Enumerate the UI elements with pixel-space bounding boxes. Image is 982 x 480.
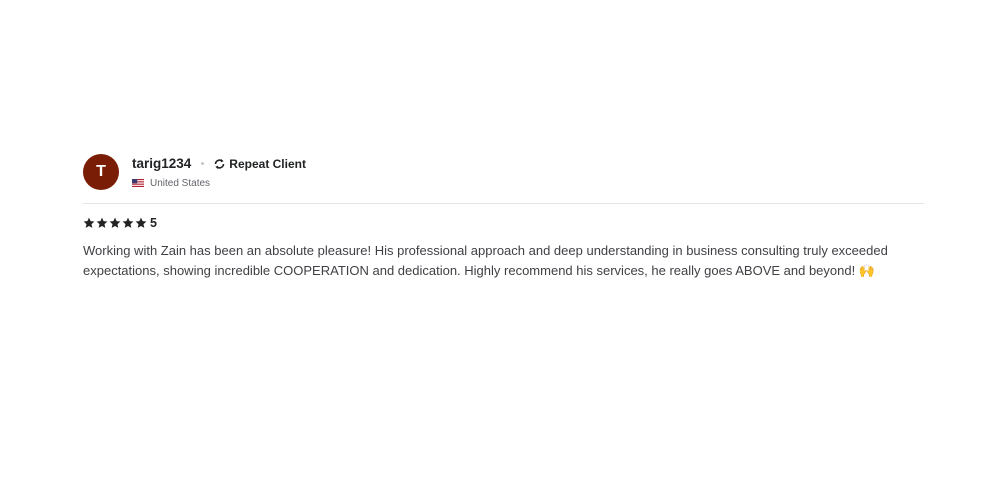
country-line: United States	[132, 176, 306, 190]
star-rating: 5	[83, 216, 924, 230]
review-text: Working with Zain has been an absolute p…	[83, 243, 888, 278]
repeat-client-label: Repeat Client	[229, 156, 306, 171]
star-icon	[83, 217, 95, 228]
repeat-client-badge: Repeat Client	[213, 157, 306, 171]
us-flag-icon	[132, 179, 144, 187]
avatar[interactable]: T	[83, 154, 119, 190]
reviewer-info: tarig1234 Repeat Client United States	[132, 154, 306, 190]
reviewer-username[interactable]: tarig1234	[132, 156, 191, 171]
star-icon	[122, 217, 134, 228]
reviewer-country: United States	[150, 177, 211, 189]
review-header: T tarig1234 Repeat Client United States	[83, 154, 924, 191]
review-card: T tarig1234 Repeat Client United States …	[83, 154, 924, 281]
divider	[83, 203, 924, 204]
name-line: tarig1234 Repeat Client	[132, 155, 306, 172]
repeat-client-icon	[214, 158, 225, 169]
separator-dot	[201, 162, 205, 165]
rating-value: 5	[150, 216, 157, 230]
star-icon	[135, 217, 147, 228]
star-icon	[109, 217, 121, 228]
star-icon	[96, 217, 108, 228]
